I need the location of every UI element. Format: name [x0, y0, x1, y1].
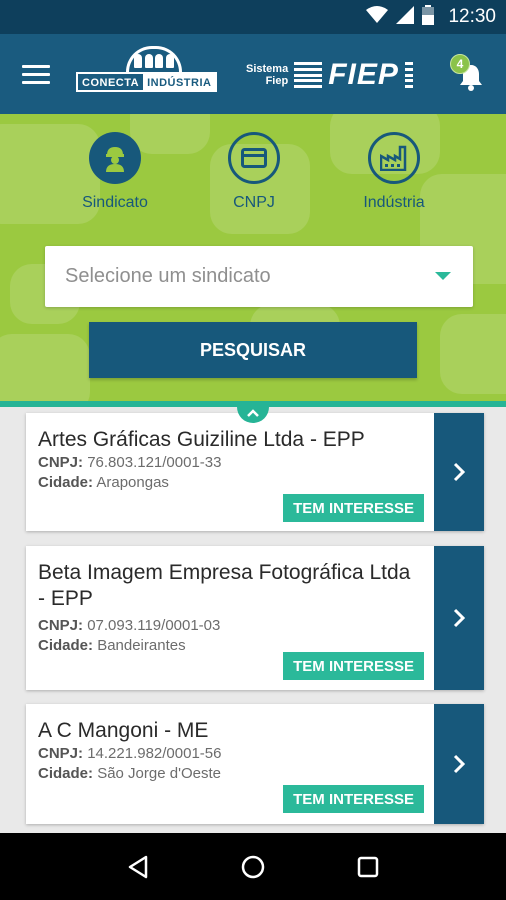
tab-label: Sindicato: [82, 194, 148, 211]
recents-icon[interactable]: [348, 847, 388, 887]
city-label: Cidade:: [38, 765, 94, 782]
chevron-up-icon: [247, 409, 259, 417]
fiep-emblem-icon: [294, 62, 323, 88]
cnpj-value: 14.221.982/0001-56: [87, 745, 222, 762]
logo-text-fiep: FIEP: [328, 58, 399, 91]
chevron-right-icon: [453, 608, 465, 628]
open-details-button[interactable]: [434, 413, 484, 531]
city-value: São Jorge d'Oeste: [97, 765, 221, 782]
conecta-industria-logo: CONECTA INDÚSTRIA: [76, 46, 228, 96]
clock: 12:30: [448, 6, 496, 27]
notification-badge: 4: [450, 54, 470, 74]
chevron-right-icon: [453, 462, 465, 482]
dropdown-caret-icon: [435, 272, 451, 280]
company-name: Beta Imagem Empresa Fotográfica Ltda - E…: [38, 561, 411, 610]
worker-icon: [89, 132, 141, 184]
fiep-bars-icon: [404, 62, 413, 88]
results-list: Artes Gráficas Guiziline Ltda - EPP CNPJ…: [0, 407, 506, 833]
interest-tag-button[interactable]: TEM INTERESSE: [283, 652, 424, 680]
system-navigation-bar: [0, 833, 506, 900]
back-icon[interactable]: [118, 847, 158, 887]
city-value: Bandeirantes: [97, 637, 186, 654]
tab-cnpj[interactable]: CNPJ: [204, 132, 304, 212]
cnpj-label: CNPJ:: [38, 745, 84, 762]
card-icon: [228, 132, 280, 184]
menu-icon[interactable]: [22, 54, 62, 94]
status-bar: 12:30: [0, 0, 506, 34]
interest-tag-button[interactable]: TEM INTERESSE: [283, 494, 424, 522]
company-name: A C Mangoni - ME: [38, 719, 209, 742]
tab-label: Indústria: [363, 194, 425, 211]
tab-label: CNPJ: [233, 194, 275, 211]
sindicato-select[interactable]: Selecione um sindicato: [45, 246, 473, 307]
open-details-button[interactable]: [434, 704, 484, 824]
city-label: Cidade:: [38, 474, 94, 491]
logo-text-sistema: Sistema: [246, 63, 289, 75]
logo-text-industria: INDÚSTRIA: [143, 74, 216, 90]
select-placeholder: Selecione um sindicato: [65, 265, 271, 287]
cnpj-label: CNPJ:: [38, 454, 84, 471]
battery-icon: [422, 4, 435, 30]
home-icon[interactable]: [233, 847, 273, 887]
wifi-icon: [366, 5, 389, 29]
city-value: Arapongas: [96, 474, 169, 491]
chevron-right-icon: [453, 754, 465, 774]
cnpj-label: CNPJ:: [38, 617, 84, 634]
logo-text-fiep-small: Fiep: [265, 75, 289, 87]
tab-industria[interactable]: Indústria: [344, 132, 444, 212]
list-item[interactable]: A C Mangoni - ME CNPJ: 14.221.982/0001-5…: [26, 704, 484, 824]
list-item[interactable]: Artes Gráficas Guiziline Ltda - EPP CNPJ…: [26, 413, 484, 531]
search-button[interactable]: PESQUISAR: [89, 322, 417, 378]
cnpj-value: 07.093.119/0001-03: [87, 617, 221, 634]
factory-icon: [368, 132, 420, 184]
city-label: Cidade:: [38, 637, 94, 654]
interest-tag-button[interactable]: TEM INTERESSE: [283, 785, 424, 813]
logo-text-conecta: CONECTA: [82, 77, 140, 89]
company-name: Artes Gráficas Guiziline Ltda - EPP: [38, 428, 365, 451]
signal-icon: [396, 5, 415, 29]
open-details-button[interactable]: [434, 546, 484, 690]
list-item[interactable]: Beta Imagem Empresa Fotográfica Ltda - E…: [26, 546, 484, 690]
cnpj-value: 76.803.121/0001-33: [87, 454, 222, 471]
fiep-logo: Sistema Fiep FIEP: [246, 58, 413, 92]
tab-sindicato[interactable]: Sindicato: [65, 132, 165, 212]
